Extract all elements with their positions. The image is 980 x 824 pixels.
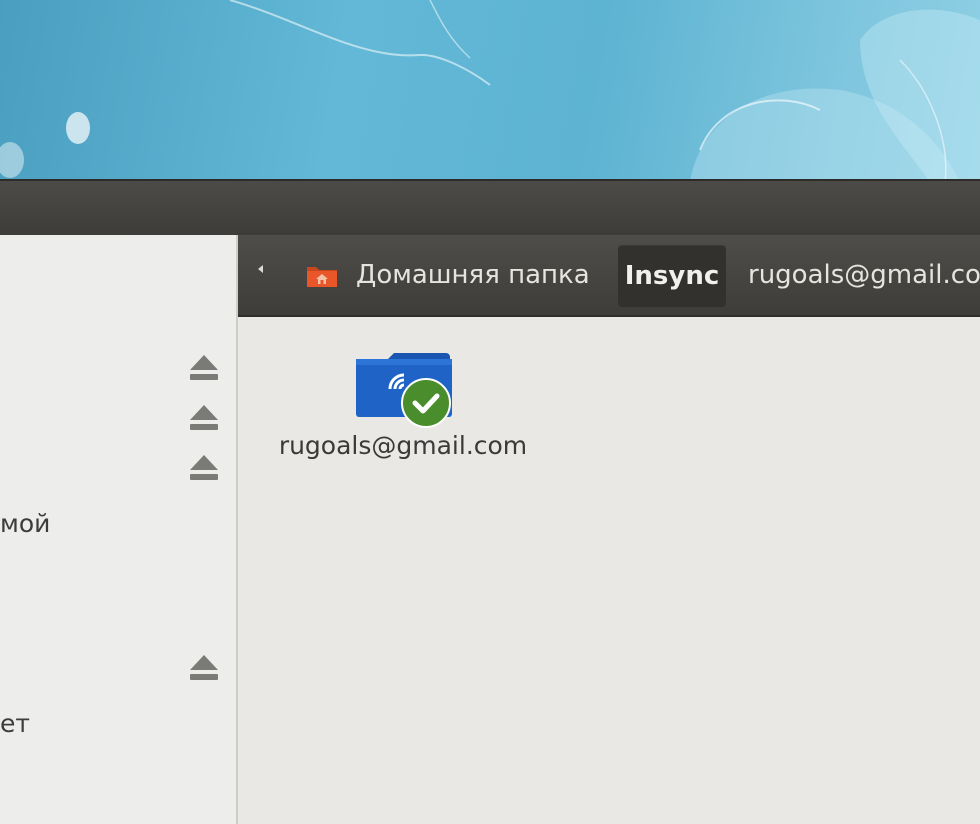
sidebar-item-device-2[interactable] xyxy=(0,405,236,445)
path-bar: Домашняя папка Insync rugoals@gmail.co xyxy=(238,235,980,317)
sidebar-item-label: мой xyxy=(0,509,51,538)
eject-icon[interactable] xyxy=(188,405,220,435)
file-view[interactable]: rugoals@gmail.com xyxy=(238,317,980,824)
eject-icon[interactable] xyxy=(188,355,220,385)
sidebar: мой ет xyxy=(0,235,238,824)
breadcrumb-label: Insync xyxy=(624,261,720,291)
folder-item[interactable]: rugoals@gmail.com xyxy=(268,345,538,475)
sidebar-item-device-4[interactable] xyxy=(0,655,236,695)
sidebar-item-device-1[interactable] xyxy=(0,355,236,395)
eject-icon[interactable] xyxy=(188,655,220,685)
sidebar-item-internet[interactable]: ет xyxy=(0,703,236,743)
sidebar-item-label: ет xyxy=(0,709,30,738)
home-folder-icon xyxy=(307,267,337,287)
breadcrumb-scroll-left-icon[interactable] xyxy=(258,265,263,273)
eject-icon[interactable] xyxy=(188,455,220,485)
insync-synced-folder-icon xyxy=(356,353,452,428)
sidebar-item-network[interactable]: мой xyxy=(0,503,236,543)
desktop-wallpaper xyxy=(0,0,980,182)
file-manager-window: мой ет Домашняя папка Insync rugoals@gma… xyxy=(0,179,980,824)
breadcrumb-insync[interactable]: Insync xyxy=(618,245,726,307)
breadcrumb-label: rugoals@gmail.co xyxy=(748,260,980,290)
window-titlebar[interactable] xyxy=(0,179,980,235)
breadcrumb-account[interactable]: rugoals@gmail.co xyxy=(748,253,980,297)
folder-name: rugoals@gmail.com xyxy=(278,431,528,460)
breadcrumb-label: Домашняя папка xyxy=(356,260,590,290)
sidebar-item-device-3[interactable] xyxy=(0,455,236,495)
